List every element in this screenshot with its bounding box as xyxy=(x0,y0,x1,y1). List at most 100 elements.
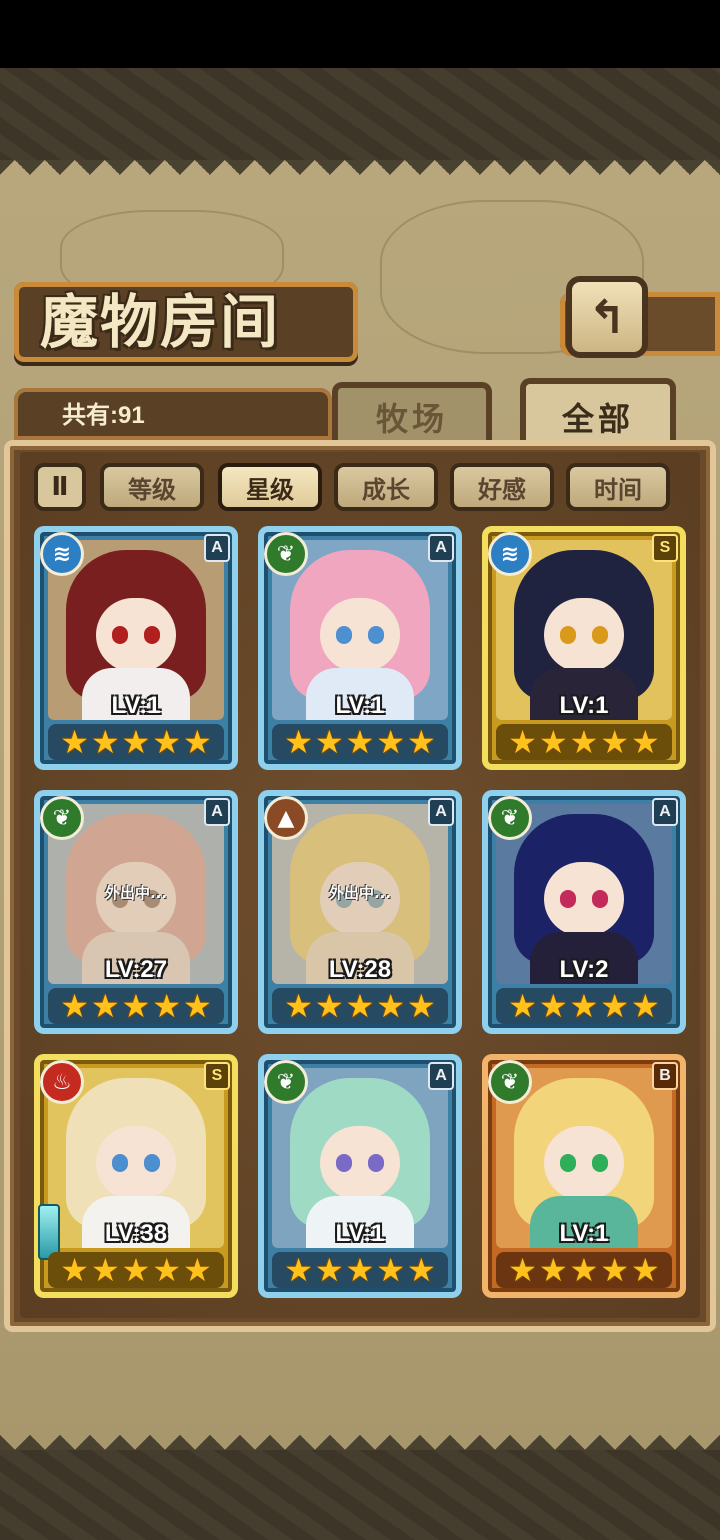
monster-level: LV:1 xyxy=(335,692,385,719)
star-rating: ★ ★ ★ ★ ★ xyxy=(48,724,224,760)
rank-badge: B xyxy=(652,1062,678,1090)
star-icon: ★ xyxy=(538,987,568,1025)
star-icon: ★ xyxy=(121,1251,151,1289)
star-icon: ★ xyxy=(538,1251,568,1289)
star-icon: ★ xyxy=(569,723,599,761)
star-rating: ★ ★ ★ ★ ★ xyxy=(48,988,224,1024)
star-icon: ★ xyxy=(508,723,537,761)
filter-growth[interactable]: 成长 xyxy=(334,463,438,511)
scroll-edge-bottom xyxy=(0,1420,720,1450)
monster-level: LV:1 xyxy=(559,1220,609,1247)
monster-card[interactable]: ≋ A LV:1 ★ ★ ★ ★ ★ xyxy=(34,526,238,770)
filter-time[interactable]: 时间 xyxy=(566,463,670,511)
monster-level: LV:1 xyxy=(559,692,609,719)
leaf-icon: ❦ xyxy=(488,1060,532,1104)
leaf-icon: ❦ xyxy=(264,532,308,576)
star-icon: ★ xyxy=(314,1251,344,1289)
water-icon: ≋ xyxy=(488,532,532,576)
water-icon: ≋ xyxy=(40,532,84,576)
away-status: 外出中... xyxy=(328,884,392,902)
monster-card[interactable]: 外出中... ❦ A LV:27 ★ ★ ★ ★ ★ xyxy=(34,790,238,1034)
monster-card[interactable]: ≋ S LV:1 ★ ★ ★ ★ ★ xyxy=(482,526,686,770)
leaf-icon: ❦ xyxy=(488,796,532,840)
monster-level: LV:2 xyxy=(559,956,609,983)
star-icon: ★ xyxy=(284,1251,313,1289)
back-button[interactable]: ↰ xyxy=(566,276,648,358)
star-icon: ★ xyxy=(600,1251,630,1289)
star-icon: ★ xyxy=(121,987,151,1025)
monster-count: 共有:91 xyxy=(62,402,145,429)
star-icon: ★ xyxy=(60,987,89,1025)
star-icon: ★ xyxy=(60,1251,89,1289)
star-icon: ★ xyxy=(183,723,212,761)
monster-level: LV:1 xyxy=(335,1220,385,1247)
star-icon: ★ xyxy=(569,987,599,1025)
filter-star[interactable]: 星级 xyxy=(218,463,322,511)
monster-card[interactable]: ❦ A LV:1 ★ ★ ★ ★ ★ xyxy=(258,1054,462,1298)
monster-card[interactable]: ❦ B LV:1 ★ ★ ★ ★ ★ xyxy=(482,1054,686,1298)
star-rating: ★ ★ ★ ★ ★ xyxy=(48,1252,224,1288)
star-icon: ★ xyxy=(345,1251,375,1289)
star-rating: ★ ★ ★ ★ ★ xyxy=(496,988,672,1024)
tab-ranch[interactable]: 牧场 xyxy=(332,382,492,446)
star-icon: ★ xyxy=(407,723,436,761)
page-title: 魔物房间 xyxy=(40,288,281,356)
rank-badge: A xyxy=(428,1062,454,1090)
back-arrow-icon: ↰ xyxy=(587,290,627,344)
monster-level: LV:1 xyxy=(111,692,161,719)
status-bar xyxy=(0,0,720,68)
star-icon: ★ xyxy=(376,987,406,1025)
star-icon: ★ xyxy=(600,987,630,1025)
bottom-map-band xyxy=(0,1440,720,1540)
star-icon: ★ xyxy=(183,987,212,1025)
rank-badge: S xyxy=(204,1062,230,1090)
filter-affection[interactable]: 好感 xyxy=(450,463,554,511)
star-icon: ★ xyxy=(508,1251,537,1289)
star-icon: ★ xyxy=(600,723,630,761)
star-icon: ★ xyxy=(631,987,660,1025)
monster-level: LV:38 xyxy=(104,1220,168,1247)
star-icon: ★ xyxy=(631,1251,660,1289)
filter-level[interactable]: 等级 xyxy=(100,463,204,511)
star-icon: ★ xyxy=(152,1251,182,1289)
star-icon: ★ xyxy=(376,723,406,761)
monster-card[interactable]: 外出中... ▲ A LV:28 ★ ★ ★ ★ ★ xyxy=(258,790,462,1034)
sort-order-icon: Ⅱ xyxy=(51,472,69,502)
star-icon: ★ xyxy=(152,723,182,761)
star-icon: ★ xyxy=(569,1251,599,1289)
flame-icon: ♨ xyxy=(40,1060,84,1104)
rank-badge: A xyxy=(204,798,230,826)
star-icon: ★ xyxy=(152,987,182,1025)
star-rating: ★ ★ ★ ★ ★ xyxy=(272,1252,448,1288)
star-icon: ★ xyxy=(121,723,151,761)
monster-card[interactable]: ❦ A LV:1 ★ ★ ★ ★ ★ xyxy=(258,526,462,770)
mountain-icon: ▲ xyxy=(264,796,308,840)
rank-badge: A xyxy=(428,534,454,562)
sort-order-button[interactable]: Ⅱ xyxy=(34,463,86,511)
star-icon: ★ xyxy=(284,987,313,1025)
rank-badge: A xyxy=(204,534,230,562)
away-status: 外出中... xyxy=(104,884,168,902)
top-map-band xyxy=(0,68,720,168)
rank-badge: S xyxy=(652,534,678,562)
leaf-icon: ❦ xyxy=(264,1060,308,1104)
leaf-icon: ❦ xyxy=(40,796,84,840)
star-icon: ★ xyxy=(631,723,660,761)
star-icon: ★ xyxy=(90,1251,120,1289)
star-icon: ★ xyxy=(508,987,537,1025)
rank-badge: A xyxy=(428,798,454,826)
star-icon: ★ xyxy=(284,723,313,761)
star-icon: ★ xyxy=(314,987,344,1025)
monster-card[interactable]: ❦ A LV:2 ★ ★ ★ ★ ★ xyxy=(482,790,686,1034)
monster-level: LV:27 xyxy=(104,956,168,983)
monster-card[interactable]: ♨ S LV:38 ★ ★ ★ ★ ★ xyxy=(34,1054,238,1298)
star-icon: ★ xyxy=(90,723,120,761)
star-icon: ★ xyxy=(538,723,568,761)
star-icon: ★ xyxy=(407,987,436,1025)
rank-badge: A xyxy=(652,798,678,826)
star-icon: ★ xyxy=(183,1251,212,1289)
star-icon: ★ xyxy=(376,1251,406,1289)
star-icon: ★ xyxy=(60,723,89,761)
star-rating: ★ ★ ★ ★ ★ xyxy=(496,724,672,760)
monster-level: LV:28 xyxy=(328,956,392,983)
